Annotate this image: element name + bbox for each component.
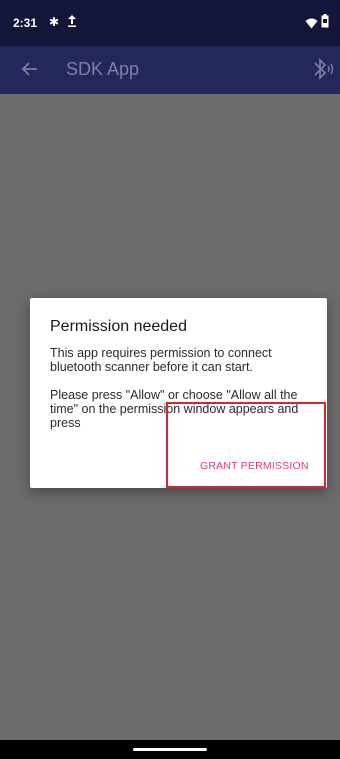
navigation-bar: [0, 740, 340, 759]
status-bar: 2:31 ✱: [0, 0, 340, 46]
home-gesture-handle[interactable]: [133, 748, 207, 751]
app-title: SDK App: [66, 59, 140, 79]
battery-icon: [321, 14, 329, 33]
upload-icon: [67, 14, 77, 33]
arrow-back-icon[interactable]: [21, 60, 39, 83]
bluetooth-icon: ✱: [49, 15, 60, 29]
bluetooth-audio-icon[interactable]: [311, 57, 337, 86]
grant-permission-button[interactable]: GRANT PERMISSION: [166, 402, 326, 488]
app-bar: SDK App: [0, 46, 340, 94]
grant-permission-label: GRANT PERMISSION: [200, 460, 309, 472]
dialog-title: Permission needed: [50, 318, 187, 335]
status-time: 2:31: [13, 16, 38, 30]
wifi-icon: [305, 16, 318, 34]
